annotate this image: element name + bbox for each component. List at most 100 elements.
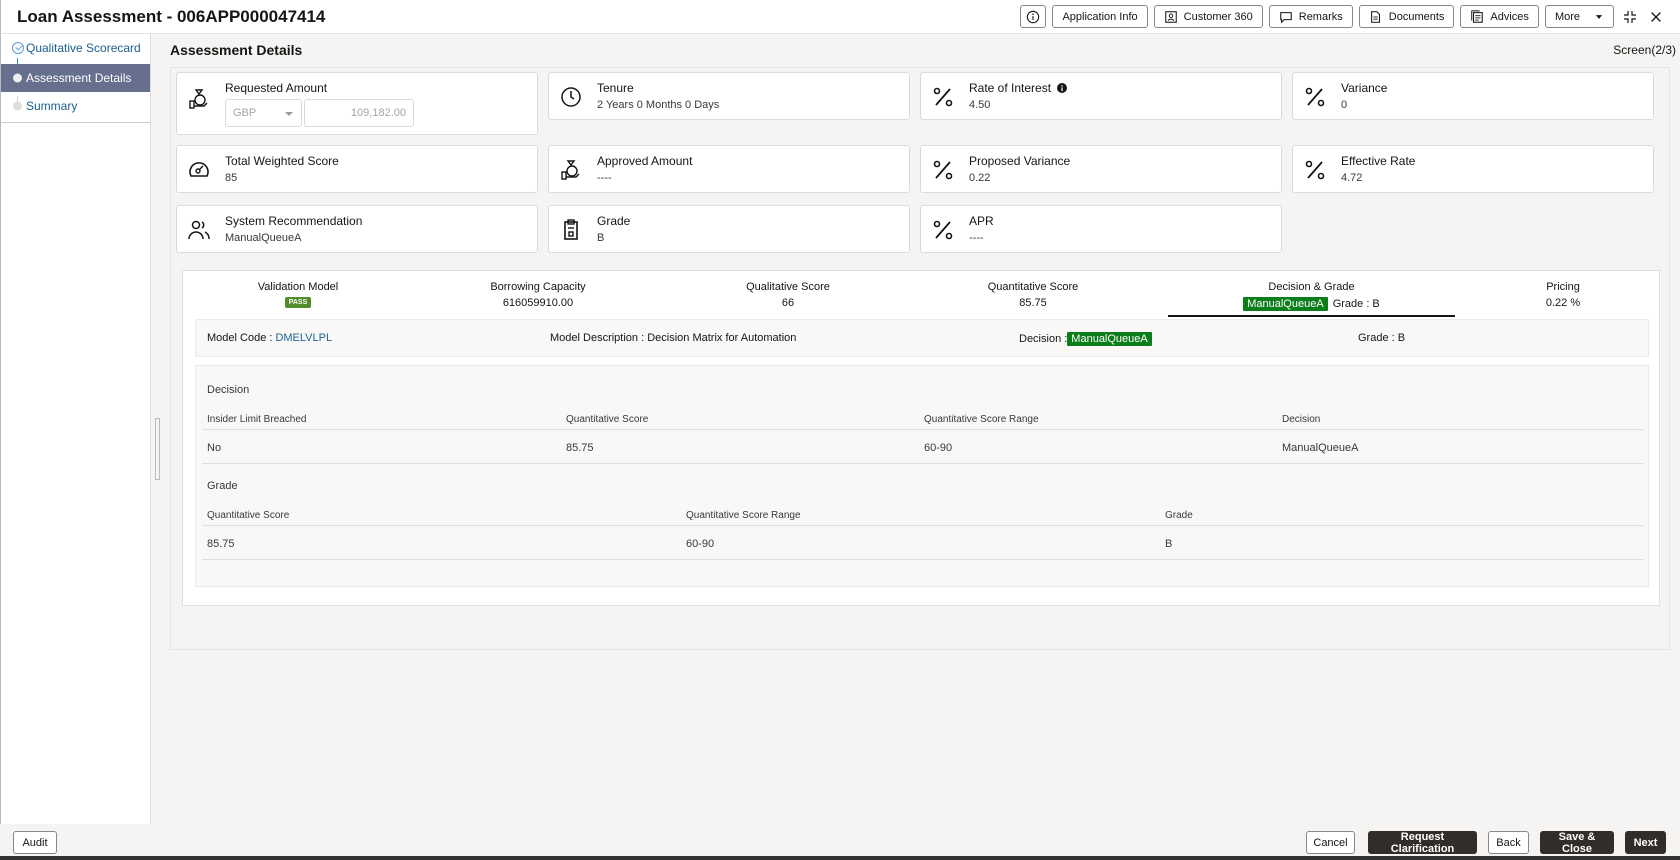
column-header: Decision	[1282, 414, 1321, 425]
requested-amount-input[interactable]	[304, 99, 414, 127]
next-button[interactable]: Next	[1625, 831, 1666, 854]
card-label: Grade	[597, 214, 631, 228]
grade-table-title: Grade	[207, 480, 238, 492]
advices-icon	[1471, 9, 1484, 23]
audit-button[interactable]: Audit	[13, 831, 57, 854]
column-header: Insider Limit Breached	[207, 414, 307, 425]
card-label: Variance	[1341, 81, 1388, 95]
tab-label: Quantitative Score	[987, 281, 1079, 293]
pass-badge: PASS	[284, 297, 312, 308]
tab-validation-model[interactable]: Validation Model PASS	[223, 281, 373, 308]
clock-icon	[561, 87, 581, 107]
sidebar-stepper: Qualitative Scorecard Assessment Details…	[0, 34, 151, 824]
card-value: ----	[597, 172, 612, 184]
grade-table-header: Quantitative Score Quantitative Score Ra…	[202, 500, 1644, 526]
rate-of-interest-label: Rate of Interest	[969, 81, 1052, 95]
more-label: More	[1554, 10, 1580, 23]
comment-icon	[1279, 11, 1292, 24]
card-label: APR	[969, 214, 994, 228]
tab-label: Decision & Grade	[1268, 281, 1355, 293]
caret-down-icon	[1595, 14, 1603, 19]
window-bottom-edge	[0, 856, 1680, 860]
app-header: Loan Assessment - 006APP000047414 Applic…	[0, 0, 1680, 34]
sidebar-item-assessment-details[interactable]: Assessment Details	[1, 64, 150, 92]
table-cell: ManualQueueA	[1282, 442, 1359, 454]
tab-quantitative-score[interactable]: Quantitative Score 85.75	[943, 281, 1123, 309]
close-icon[interactable]	[1646, 7, 1666, 27]
save-close-button[interactable]: Save & Close	[1540, 831, 1614, 855]
tab-value: 85.75	[1019, 297, 1047, 309]
request-clarification-button[interactable]: Request Clarification	[1368, 831, 1477, 855]
model-code-label: Model Code :	[207, 332, 273, 344]
table-cell: 85.75	[207, 538, 235, 550]
info-filled-icon[interactable]	[1057, 83, 1068, 93]
card-approved-amount: Approved Amount ----	[548, 145, 910, 193]
card-system-recommendation: System Recommendation ManualQueueA	[176, 205, 538, 253]
decision-badge: ManualQueueA	[1067, 332, 1152, 346]
step-dot-icon	[13, 101, 22, 111]
page-title: Loan Assessment - 006APP000047414	[17, 7, 326, 26]
step-dot-icon	[13, 73, 22, 83]
documents-label: Documents	[1388, 10, 1445, 23]
remarks-button[interactable]: Remarks	[1268, 5, 1353, 28]
scores-panel: Validation Model PASS Borrowing Capacity…	[182, 270, 1660, 606]
model-code-link[interactable]: DMELVLPL	[275, 332, 332, 344]
back-button[interactable]: Back	[1488, 831, 1529, 854]
percent-icon	[1305, 160, 1325, 180]
section-title: Assessment Details	[170, 42, 303, 58]
money-hand-icon	[561, 160, 580, 180]
tab-label: Borrowing Capacity	[490, 281, 586, 293]
table-row: 85.75 60-90 B	[202, 526, 1644, 560]
card-label: Tenure	[597, 81, 634, 95]
card-value: 4.50	[969, 99, 991, 111]
currency-select[interactable]: GBP	[225, 99, 302, 127]
header-actions: Application Info Customer 360 Remarks Do…	[1020, 5, 1666, 28]
decision-badge: ManualQueueA	[1243, 297, 1328, 311]
customer-card-icon	[1164, 10, 1177, 23]
table-cell: No	[207, 442, 222, 454]
tab-label: Qualitative Score	[746, 281, 830, 293]
decision-label: Decision :	[1019, 333, 1068, 345]
money-hand-icon	[189, 89, 208, 109]
card-apr: APR ----	[920, 205, 1282, 253]
info-icon	[1027, 10, 1040, 23]
column-header: Quantitative Score	[207, 510, 290, 521]
minimize-icon[interactable]	[1620, 7, 1640, 27]
footer-actions: Audit Cancel Request Clarification Back …	[0, 824, 1680, 855]
clipboard-icon	[564, 219, 578, 240]
remarks-label: Remarks	[1298, 10, 1343, 23]
tab-borrowing-capacity[interactable]: Borrowing Capacity 616059910.00	[448, 281, 628, 309]
application-info-label: Application Info	[1062, 10, 1138, 23]
divider	[1, 122, 151, 123]
card-rate-of-interest: Rate of Interest 4.50	[920, 72, 1282, 120]
customer-360-button[interactable]: Customer 360	[1153, 5, 1263, 28]
percent-icon	[1305, 87, 1325, 107]
step-label: Qualitative Scorecard	[26, 41, 141, 55]
users-icon	[188, 220, 210, 240]
table-cell: 60-90	[686, 538, 715, 550]
application-info-button[interactable]: Application Info	[1052, 5, 1148, 28]
card-label: System Recommendation	[225, 214, 363, 228]
info-button[interactable]	[1020, 5, 1047, 28]
sidebar-item-qualitative-scorecard[interactable]: Qualitative Scorecard	[1, 34, 150, 62]
tab-value: 66	[781, 297, 795, 309]
grade-text: Grade : B	[1332, 298, 1380, 310]
cancel-button[interactable]: Cancel	[1306, 831, 1355, 854]
tab-pricing[interactable]: Pricing 0.22 %	[1508, 281, 1618, 309]
tab-decision-grade[interactable]: Decision & Grade ManualQueueA Grade : B	[1168, 281, 1455, 317]
card-label: Approved Amount	[597, 154, 693, 168]
card-label: Rate of Interest	[969, 81, 1068, 95]
table-cell: B	[1165, 538, 1173, 550]
step-label: Assessment Details	[26, 71, 132, 85]
advices-button[interactable]: Advices	[1460, 5, 1539, 28]
tab-qualitative-score[interactable]: Qualitative Score 66	[698, 281, 878, 309]
documents-button[interactable]: Documents	[1358, 5, 1455, 28]
card-value: 85	[225, 172, 238, 184]
more-dropdown[interactable]: More	[1544, 5, 1614, 28]
decision-matrix: Decision Insider Limit Breached Quantita…	[195, 365, 1649, 587]
step-label: Summary	[26, 99, 78, 113]
card-grade: Grade B	[548, 205, 910, 253]
card-effective-rate: Effective Rate 4.72	[1292, 145, 1654, 193]
sidebar-item-summary[interactable]: Summary	[1, 92, 150, 120]
table-cell: 60-90	[924, 442, 953, 454]
